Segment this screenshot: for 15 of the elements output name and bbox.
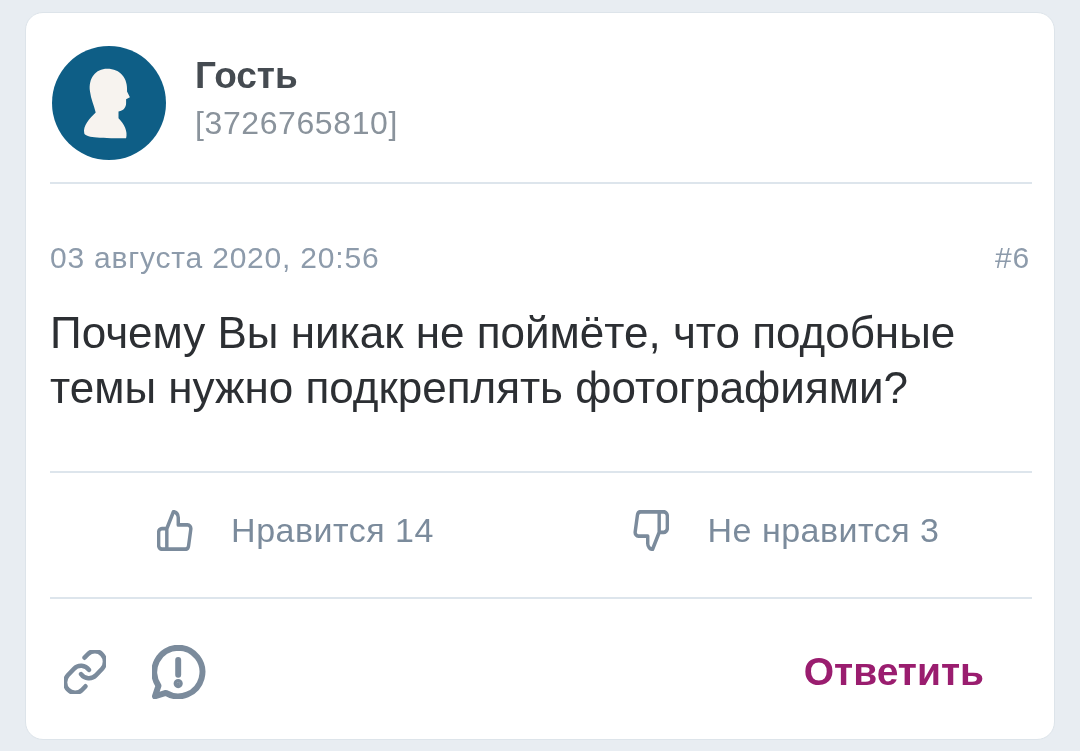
like-button[interactable]: Нравится 14 (157, 509, 434, 551)
thumbs-down-icon (633, 509, 670, 551)
author-id: [3726765810] (195, 105, 398, 141)
post-date: 03 августа 2020, 20:56 (50, 242, 380, 274)
report-button[interactable] (152, 645, 206, 699)
post-number: #6 (995, 242, 1030, 274)
link-button[interactable] (64, 650, 106, 694)
alert-bubble-icon (152, 645, 206, 699)
dislike-button[interactable]: Не нравится 3 (633, 509, 940, 551)
author-name: Гость (195, 55, 299, 97)
avatar-icon (50, 46, 168, 160)
reply-button[interactable]: Ответить (803, 650, 984, 694)
post-text: Почему Вы никак не поймёте, что подобные темы нужно подкреплять фотографиями? (50, 307, 957, 414)
thumbs-up-icon (157, 509, 194, 551)
link-icon (64, 650, 106, 694)
